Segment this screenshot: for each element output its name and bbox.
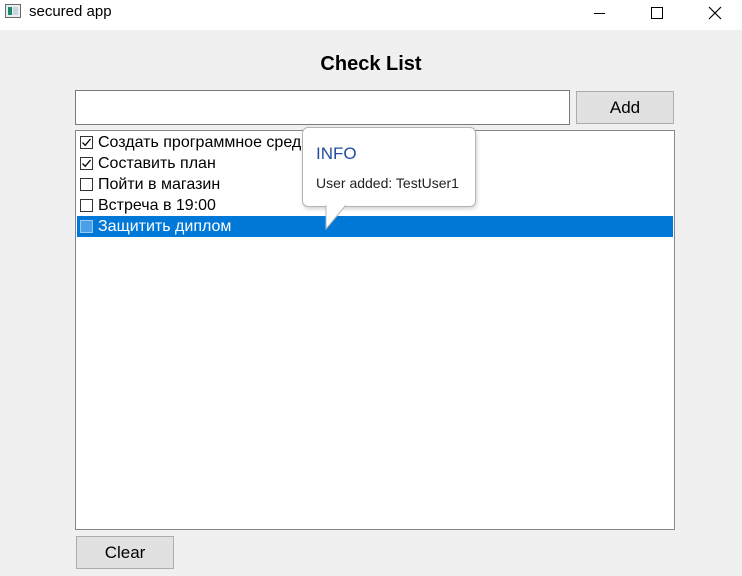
list-item-label: Составить план [98,154,216,172]
add-button[interactable]: Add [576,91,674,124]
close-icon [708,6,722,20]
minimize-icon [593,12,605,14]
window-title: secured app [29,3,112,20]
checkbox[interactable] [80,157,93,170]
list-item-label: Создать программное средство [98,133,334,151]
checkbox[interactable] [80,199,93,212]
clear-button[interactable]: Clear [76,536,174,569]
app-icon [5,4,21,18]
page-title: Check List [320,53,422,75]
checkbox[interactable] [80,136,93,149]
maximize-icon [651,7,663,19]
minimize-button[interactable] [570,0,628,26]
list-item-selected[interactable]: Защитить диплом [77,216,673,237]
check-icon [82,138,91,147]
list-item-label: Встреча в 19:00 [98,196,216,214]
maximize-button[interactable] [628,0,686,26]
list-item-label: Защитить диплом [98,217,232,235]
checkbox[interactable] [80,178,93,191]
tooltip-title: INFO [316,144,357,163]
check-icon [82,159,91,168]
item-input[interactable] [75,90,570,125]
list-item-label: Пойти в магазин [98,175,221,193]
close-button[interactable] [686,0,742,26]
checkbox[interactable] [80,220,93,233]
title-bar: secured app [0,0,742,30]
info-tooltip: INFO User added: TestUser1 [302,127,476,207]
tooltip-message: User added: TestUser1 [316,175,459,191]
tooltip-pointer [325,204,347,230]
